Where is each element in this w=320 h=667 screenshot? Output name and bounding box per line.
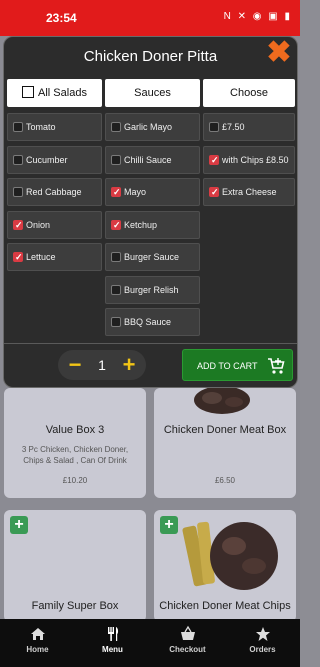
sauce-option[interactable]: Ketchup xyxy=(105,210,200,239)
choose-option[interactable]: £7.50 xyxy=(203,113,295,141)
home-icon xyxy=(30,628,45,640)
option-label: Tomato xyxy=(26,122,56,132)
choose-option[interactable]: Extra Cheese xyxy=(203,178,295,206)
checkbox[interactable] xyxy=(111,122,121,132)
option-label: Lettuce xyxy=(26,252,56,262)
salad-option[interactable]: Onion xyxy=(7,210,102,239)
quantity-value: 1 xyxy=(98,357,106,373)
option-label: BBQ Sauce xyxy=(124,317,172,327)
star-icon xyxy=(255,627,270,641)
checkbox[interactable] xyxy=(209,122,219,132)
option-label: Ketchup xyxy=(124,219,158,230)
checkbox[interactable] xyxy=(111,317,121,327)
menu-card[interactable]: + Chicken Doner Meat Chips xyxy=(154,510,296,622)
checkbox[interactable] xyxy=(13,244,23,270)
choose-header[interactable]: Choose xyxy=(203,79,295,107)
sauce-option[interactable]: Mayo xyxy=(105,178,200,206)
nav-label: Menu xyxy=(102,645,123,654)
cart-icon xyxy=(268,358,285,374)
all-salads-checkbox[interactable] xyxy=(22,86,35,98)
status-time: 23:54 xyxy=(46,11,77,25)
add-icon[interactable]: + xyxy=(160,516,178,534)
nav-checkout[interactable]: Checkout xyxy=(150,619,225,667)
option-label: Mayo xyxy=(124,187,147,197)
checkbox[interactable] xyxy=(13,122,23,132)
option-label: Extra Cheese xyxy=(222,187,277,197)
card-title: Chicken Doner Meat Box xyxy=(163,424,287,436)
status-bar: 23:54 N ✕ ◉ ▣ ▮ xyxy=(0,0,300,36)
status-icons: N ✕ ◉ ▣ ▮ xyxy=(223,11,292,22)
option-label: Burger Sauce xyxy=(124,252,180,262)
food-image xyxy=(182,521,278,590)
salad-option[interactable]: Tomato xyxy=(7,113,102,141)
checkbox[interactable] xyxy=(209,147,219,173)
food-image xyxy=(194,388,250,414)
sauce-option[interactable]: Chilli Sauce xyxy=(105,145,200,174)
nav-home[interactable]: Home xyxy=(0,619,75,667)
cutlery-icon xyxy=(107,627,118,641)
option-label: Burger Relish xyxy=(124,284,179,295)
checkbox[interactable] xyxy=(111,252,121,262)
nav-label: Checkout xyxy=(169,645,206,654)
option-label: with Chips £8.50 xyxy=(222,154,289,165)
increase-quantity-button[interactable]: + xyxy=(118,350,140,380)
option-label: Garlic Mayo xyxy=(124,122,173,132)
menu-card[interactable]: Value Box 3 3 Pc Chicken, Chicken Doner,… xyxy=(4,388,146,498)
option-label: Onion xyxy=(26,219,51,230)
item-options-modal: Chicken Doner Pitta ✖ All Salads Sauces … xyxy=(3,36,298,388)
basket-icon xyxy=(180,625,195,640)
checkbox[interactable] xyxy=(13,154,23,165)
add-to-cart-button[interactable]: ADD TO CART xyxy=(182,349,293,381)
bottom-nav: Home Menu Checkout Orders xyxy=(0,619,300,667)
card-title: Family Super Box xyxy=(31,600,119,612)
checkbox[interactable] xyxy=(111,179,121,205)
checkbox[interactable] xyxy=(13,212,23,238)
salad-option[interactable]: Cucumber xyxy=(7,145,102,174)
card-price: £10.20 xyxy=(62,476,88,485)
sauce-option[interactable]: BBQ Sauce xyxy=(105,308,200,336)
card-title: Chicken Doner Meat Chips xyxy=(159,600,291,612)
salad-option[interactable]: Red Cabbage xyxy=(7,178,102,206)
salad-option[interactable]: Lettuce xyxy=(7,243,102,271)
modal-title: Chicken Doner Pitta xyxy=(83,48,218,65)
choose-option[interactable]: with Chips £8.50 xyxy=(203,145,295,174)
nav-label: Orders xyxy=(249,645,276,654)
decrease-quantity-button[interactable]: − xyxy=(64,350,86,380)
quantity-stepper: − 1 + xyxy=(58,350,146,380)
checkbox[interactable] xyxy=(209,179,219,205)
checkbox[interactable] xyxy=(13,187,23,197)
divider xyxy=(4,343,297,344)
card-price: £6.50 xyxy=(214,476,236,485)
header-label: Sauces xyxy=(134,87,171,99)
sauce-option[interactable]: Burger Sauce xyxy=(105,243,200,271)
option-label: Chilli Sauce xyxy=(124,154,172,165)
nav-orders[interactable]: Orders xyxy=(225,619,300,667)
option-label: Red Cabbage xyxy=(26,187,82,197)
add-icon[interactable]: + xyxy=(10,516,28,534)
header-label: Choose xyxy=(230,87,268,99)
nav-label: Home xyxy=(26,645,49,654)
menu-card[interactable]: + Family Super Box xyxy=(4,510,146,622)
option-label: £7.50 xyxy=(222,122,245,132)
add-to-cart-label: ADD TO CART xyxy=(197,361,258,371)
nav-menu[interactable]: Menu xyxy=(75,619,150,667)
sauce-option[interactable]: Burger Relish xyxy=(105,275,200,304)
close-icon[interactable]: ✖ xyxy=(265,38,293,68)
menu-card[interactable]: Chicken Doner Meat Box £6.50 xyxy=(154,388,296,498)
sauce-option[interactable]: Garlic Mayo xyxy=(105,113,200,141)
sauces-header[interactable]: Sauces xyxy=(105,79,200,107)
checkbox[interactable] xyxy=(111,154,121,165)
option-label: Cucumber xyxy=(26,154,68,165)
card-title: Value Box 3 xyxy=(45,424,105,436)
checkbox[interactable] xyxy=(111,284,121,295)
all-salads-header[interactable]: All Salads xyxy=(7,79,102,107)
card-description: 3 Pc Chicken, Chicken Doner, Chips & Sal… xyxy=(21,445,129,465)
header-label: All Salads xyxy=(38,87,87,99)
checkbox[interactable] xyxy=(111,212,121,238)
